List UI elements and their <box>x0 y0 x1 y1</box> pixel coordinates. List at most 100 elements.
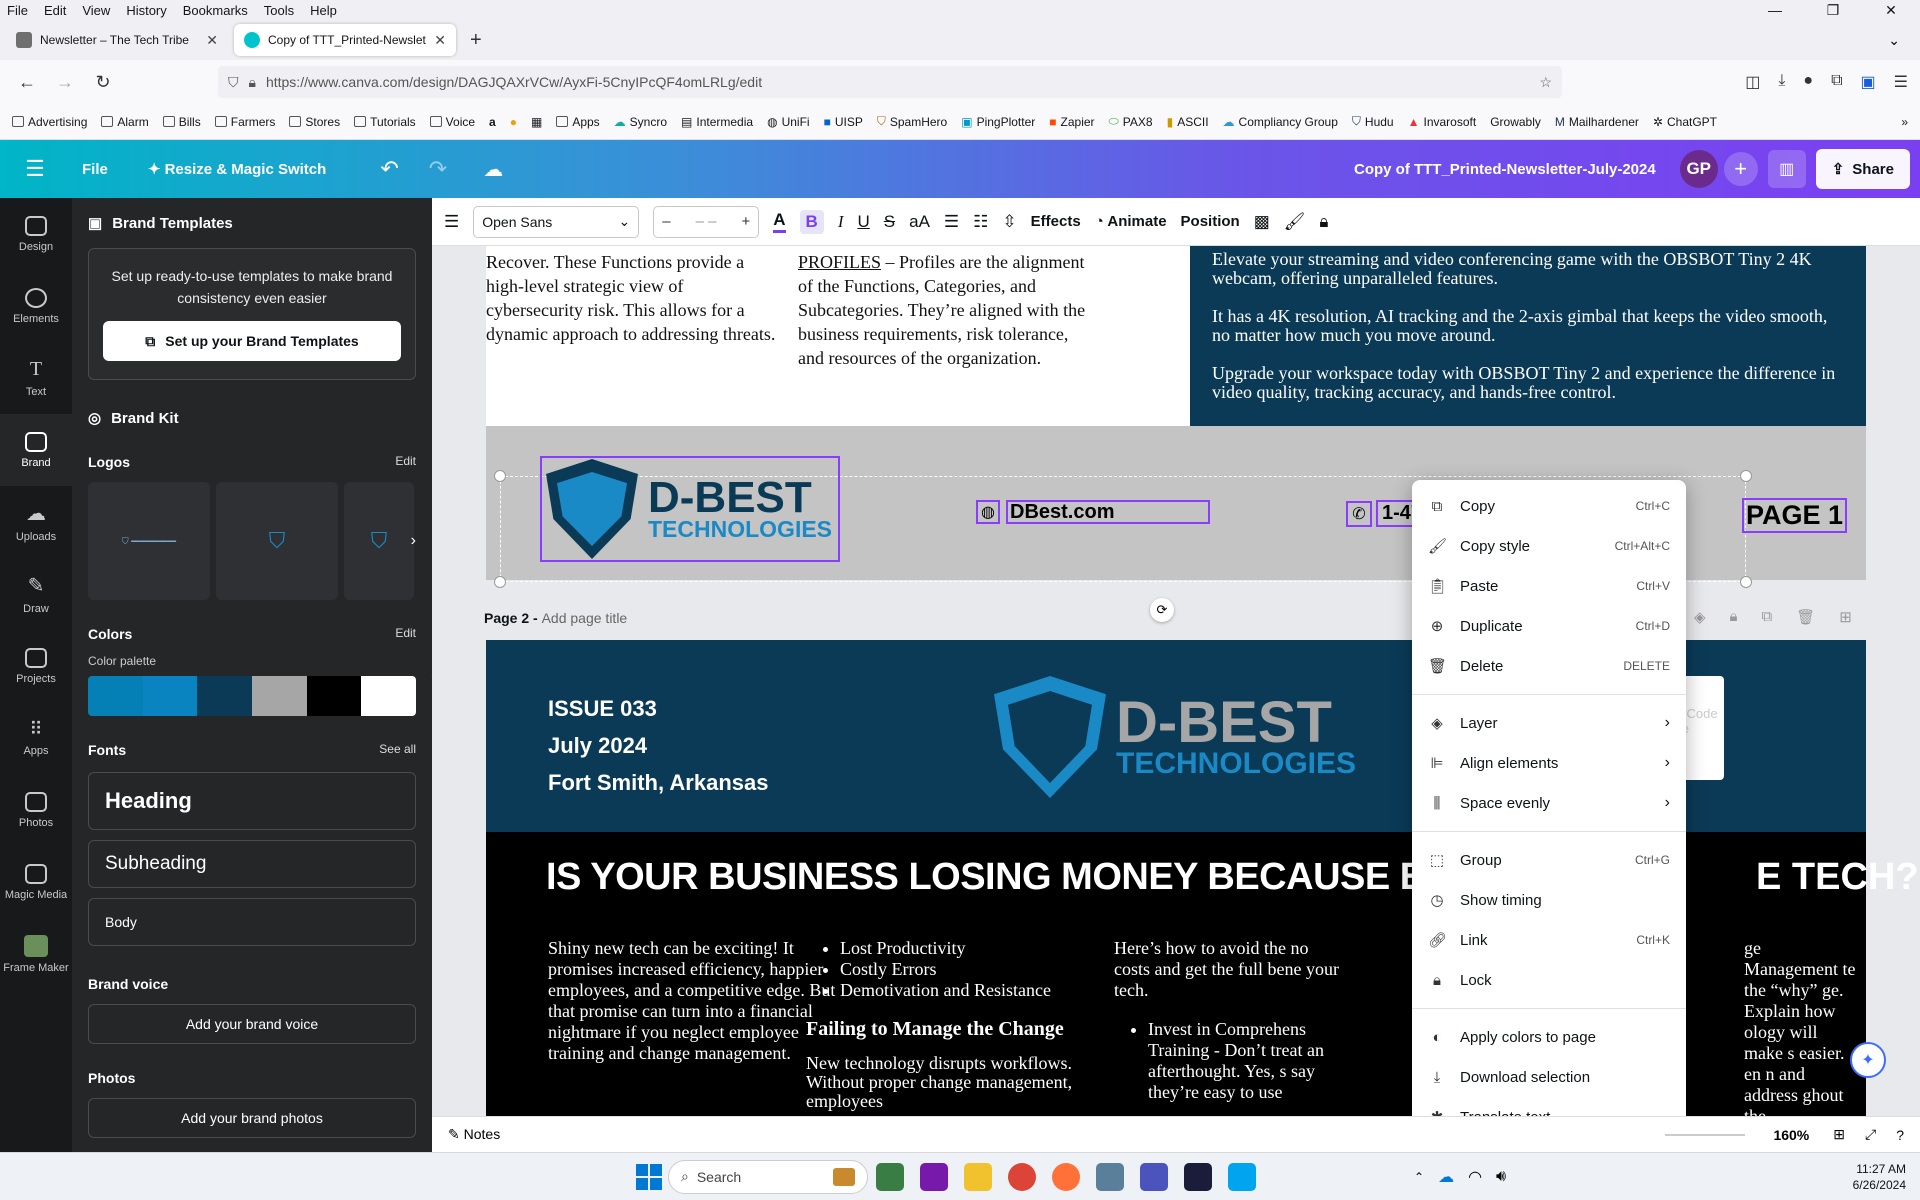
menu-edit[interactable]: Edit <box>37 3 75 18</box>
menu-lines-icon[interactable]: ☰ <box>444 212 459 232</box>
tab-newsletter[interactable]: Newsletter – The Tech Tribe ✕ <box>6 24 228 56</box>
heading-font[interactable]: Heading <box>88 772 416 830</box>
color-swatch[interactable] <box>306 676 362 716</box>
bookmark-ascii[interactable]: ▮ ASCII <box>1167 115 1209 129</box>
magic-assistant-icon[interactable]: ✦ <box>1850 1042 1886 1078</box>
bitwarden-icon[interactable]: ▣ <box>1861 72 1876 92</box>
color-swatch[interactable] <box>361 676 416 716</box>
bookmark-syncro[interactable]: ☁ Syncro <box>614 115 667 129</box>
see-all-fonts-button[interactable]: See all <box>379 742 416 758</box>
minimize-icon[interactable]: — <box>1746 2 1804 19</box>
strikethrough-icon[interactable]: S <box>884 212 895 232</box>
bookmark-pingplotter[interactable]: ▣ PingPlotter <box>961 115 1035 129</box>
menu-icon[interactable]: ☰ <box>1894 72 1908 92</box>
website-group[interactable]: ◍ DBest.com <box>976 500 1210 524</box>
app-icon[interactable] <box>1096 1162 1124 1191</box>
more-bookmarks-icon[interactable]: » <box>1901 115 1908 129</box>
menu-item-paste[interactable]: 📋︎ Paste Ctrl+V <box>1412 566 1686 606</box>
bookmark-zapier[interactable]: ■ Zapier <box>1049 115 1094 129</box>
transparency-icon[interactable]: ▩ <box>1254 212 1270 232</box>
article-col3[interactable]: Here’s how to avoid the no costs and get… <box>1114 938 1344 1103</box>
taskbar-search[interactable]: ⌕ Search <box>668 1159 868 1194</box>
color-swatch[interactable] <box>252 676 307 716</box>
firefox-icon[interactable] <box>1052 1162 1080 1191</box>
bookmark-folder[interactable]: Advertising <box>12 115 87 129</box>
tab-canva[interactable]: Copy of TTT_Printed-Newsletter ✕ <box>234 24 456 56</box>
bookmark-folder[interactable]: Farmers <box>214 115 275 129</box>
bookmark-folder[interactable]: Alarm <box>101 115 149 129</box>
avatar[interactable]: GP <box>1679 150 1718 188</box>
delete-page-icon[interactable]: 🗑︎ <box>1796 608 1815 626</box>
cloud-save-icon[interactable]: ☁ <box>483 157 503 182</box>
footer-logo[interactable]: D-BEST TECHNOLOGIES <box>540 456 840 562</box>
grid-view-icon[interactable]: ⊞ <box>1833 1126 1845 1143</box>
menu-file[interactable]: File <box>0 3 37 18</box>
pocket-icon[interactable]: ◫ <box>1745 72 1760 92</box>
rail-brand[interactable]: Brand <box>0 414 72 486</box>
hamburger-icon[interactable]: ☰ <box>0 156 70 182</box>
color-swatch[interactable] <box>142 676 198 716</box>
menu-item-layer[interactable]: ◈ Layer › <box>1412 703 1686 743</box>
star-icon[interactable]: ☆ <box>1539 74 1552 91</box>
menu-bookmarks[interactable]: Bookmarks <box>176 3 257 18</box>
menu-item-copy-style[interactable]: 🖌︎ Copy style Ctrl+Alt+C <box>1412 526 1686 566</box>
zoom-slider[interactable] <box>1665 1133 1746 1136</box>
setup-brand-templates-button[interactable]: ⧉ Set up your Brand Templates <box>103 321 401 361</box>
resize-handle[interactable] <box>494 576 506 588</box>
file-menu[interactable]: File <box>82 161 108 178</box>
hide-page-icon[interactable]: ◈ <box>1694 608 1706 626</box>
position-button[interactable]: Position <box>1181 213 1240 230</box>
header-logo[interactable]: D-BEST TECHNOLOGIES <box>994 676 1356 798</box>
rail-elements[interactable]: Elements <box>0 270 72 342</box>
app-icon[interactable] <box>1184 1162 1212 1191</box>
rail-frame-maker[interactable]: Frame Maker <box>0 918 72 990</box>
menu-item-link[interactable]: 🔗︎ Link Ctrl+K <box>1412 920 1686 960</box>
page1-col2[interactable]: PROFILES – Profiles are the alignment of… <box>798 250 1094 370</box>
new-tab-icon[interactable]: + <box>470 29 482 52</box>
taskbar-clock[interactable]: 11:27 AM 6/26/2024 <box>1853 1161 1906 1193</box>
logo-tile[interactable]: ⛉ ━━━━━ <box>88 482 210 600</box>
redo-icon[interactable]: ↷ <box>429 156 447 182</box>
rail-photos[interactable]: Photos <box>0 774 72 846</box>
rail-draw[interactable]: ✎ Draw <box>0 558 72 630</box>
bookmark-folder[interactable]: Voice <box>429 115 475 129</box>
bookmark-uisp[interactable]: ■ UISP <box>824 115 863 129</box>
edit-colors-button[interactable]: Edit <box>395 626 416 642</box>
menu-item-group[interactable]: ⬚ Group Ctrl+G <box>1412 840 1686 880</box>
chrome-icon[interactable] <box>1008 1162 1036 1191</box>
menu-item-space-evenly[interactable]: ⫼ Space evenly › <box>1412 783 1686 823</box>
resize-magic-switch-button[interactable]: ✦ Resize & Magic Switch <box>148 160 326 178</box>
menu-item-align[interactable]: ⊫ Align elements › <box>1412 743 1686 783</box>
menu-item-apply-colors[interactable]: ◐ Apply colors to page <box>1412 1017 1686 1057</box>
add-page-icon[interactable]: ⊞ <box>1839 608 1852 626</box>
menu-view[interactable]: View <box>75 3 119 18</box>
wifi-icon[interactable]: ◠ <box>1468 1167 1482 1187</box>
bookmark-intermedia[interactable]: ▤ Intermedia <box>681 115 753 129</box>
onenote-icon[interactable] <box>920 1162 948 1191</box>
align-center-icon[interactable]: ☰ <box>944 212 959 232</box>
menu-item-duplicate[interactable]: ⊕ Duplicate Ctrl+D <box>1412 606 1686 646</box>
url-text[interactable]: https://www.canva.com/design/DAGJQAXrVCw… <box>266 74 1529 90</box>
lock-page-icon[interactable]: 🔒︎ <box>1730 608 1738 626</box>
fullscreen-icon[interactable]: ⤢ <box>1865 1126 1876 1143</box>
menu-item-download-selection[interactable]: ⤓ Download selection <box>1412 1057 1686 1097</box>
resize-handle[interactable] <box>1740 470 1752 482</box>
insights-icon[interactable]: ▥ <box>1767 150 1806 188</box>
effects-button[interactable]: Effects <box>1031 213 1081 230</box>
chevron-up-icon[interactable]: ⌃ <box>1414 1170 1424 1184</box>
brand-kit-header[interactable]: ◎ Brand Kit <box>88 392 416 444</box>
back-icon[interactable]: ← <box>12 72 42 93</box>
issue-location[interactable]: Fort Smith, Arkansas <box>548 764 768 801</box>
issue-date[interactable]: July 2024 <box>548 727 768 764</box>
bookmark-compliancy[interactable]: ☁ Compliancy Group <box>1223 115 1338 129</box>
lock-icon[interactable]: 🔒︎ <box>1319 212 1328 232</box>
page1-col1[interactable]: Recover. These Functions provide a high-… <box>486 250 778 346</box>
font-size-stepper[interactable]: – – – + <box>653 205 760 238</box>
article-col1[interactable]: Shiny new tech can be exciting! It promi… <box>548 938 844 1064</box>
bookmark-folder[interactable]: Tutorials <box>354 115 416 129</box>
menu-history[interactable]: History <box>119 3 175 18</box>
menu-tools[interactable]: Tools <box>257 3 303 18</box>
bold-icon[interactable]: B <box>799 209 824 234</box>
rail-design[interactable]: Design <box>0 198 72 270</box>
shield-icon[interactable]: ⛉ <box>228 74 239 91</box>
